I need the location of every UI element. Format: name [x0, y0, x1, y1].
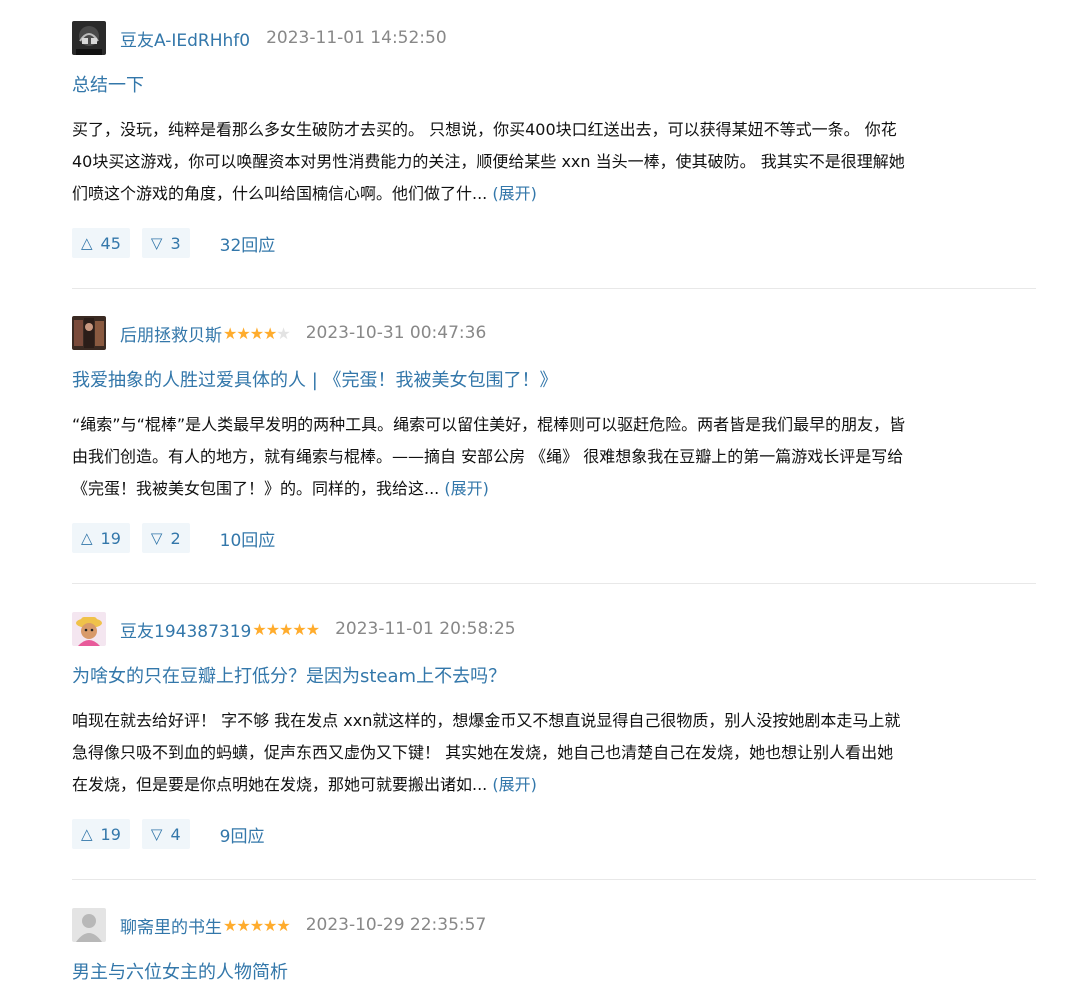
star-filled-icon: ★ [223, 323, 237, 343]
star-filled-icon: ★ [265, 619, 280, 639]
upvote-button[interactable]: △ 45 [72, 228, 130, 258]
review-title-link[interactable]: 我爱抽象的人胜过爱具体的人 | 《完蛋！我被美女包围了！》 [72, 366, 558, 392]
review-text-line: 40块买这游戏，你可以唤醒资本对男性消费能力的关注，顺便给某些 xxn 当头一棒… [72, 152, 905, 171]
rating-stars: ★ ★ ★ ★ ★ [223, 323, 291, 343]
review-author-link[interactable]: 豆友A-IEdRHhf0 [120, 26, 250, 51]
star-filled-icon: ★ [263, 915, 277, 935]
review-divider [72, 583, 1036, 584]
upvote-icon: △ [81, 234, 93, 252]
review-text-line: 买了，没玩，纯粹是看那么多女生破防才去买的。 只想说，你买400块口红送出去，可… [72, 120, 897, 139]
star-filled-icon: ★ [292, 619, 306, 639]
review-divider [72, 288, 1036, 289]
review-header: 聊斋里的书生 ★ ★ ★ ★ ★ 2023-10-29 22:35:57 [72, 907, 486, 943]
star-empty-icon: ★ [276, 323, 290, 343]
review-actions: △ 19 ▽ 4 9回应 [72, 819, 264, 849]
review-header: 豆友A-IEdRHhf0 2023-11-01 14:52:50 [72, 20, 447, 56]
star-filled-icon: ★ [249, 915, 264, 935]
review-author-link[interactable]: 聊斋里的书生 [120, 913, 222, 938]
star-filled-icon: ★ [276, 915, 290, 935]
avatar[interactable] [72, 612, 106, 646]
review-text-end: 在发烧，但是要是你点明她在发烧，那她可就要搬出诸如... [72, 775, 493, 794]
upvote-count: 19 [100, 528, 121, 548]
downvote-icon: ▽ [150, 825, 163, 843]
expand-link[interactable]: (展开) [444, 479, 489, 498]
replies-link[interactable]: 10回应 [220, 526, 276, 551]
downvote-count: 2 [170, 528, 181, 548]
downvote-icon: ▽ [150, 234, 163, 252]
review-body: 咱现在就去给好评！ 字不够 我在发点 xxn就这样的，想爆金币又不想直说显得自己… [72, 705, 1036, 801]
review-text-end: 们喷这个游戏的角度，什么叫给国楠信心啊。他们做了什... [72, 184, 493, 203]
review-text-line: 《完蛋！我被美女包围了！》的。同样的，我给这... (展开) [72, 473, 1036, 505]
replies-link[interactable]: 9回应 [220, 822, 265, 847]
review-header: 后朋拯救贝斯 ★ ★ ★ ★ ★ 2023-10-31 00:47:36 [72, 315, 486, 351]
downvote-count: 3 [170, 233, 181, 253]
review-title-link[interactable]: 男主与六位女主的人物简析 [72, 958, 288, 984]
review-text-line: 在发烧，但是要是你点明她在发烧，那她可就要搬出诸如... (展开) [72, 769, 1036, 801]
rating-stars: ★ ★ ★ ★ ★ [252, 619, 320, 639]
review-text-line: 急得像只吸不到血的蚂蟥，促声东西又虚伪又下键！ 其实她在发烧，她自己也清楚自己在… [72, 743, 894, 762]
upvote-icon: △ [81, 825, 93, 843]
review-author-link[interactable]: 后朋拯救贝斯 [120, 321, 222, 346]
star-filled-icon: ★ [223, 915, 237, 935]
review-title-link[interactable]: 总结一下 [72, 71, 144, 97]
downvote-button[interactable]: ▽ 4 [141, 819, 190, 849]
star-filled-icon: ★ [236, 323, 250, 343]
review-body: 买了，没玩，纯粹是看那么多女生破防才去买的。 只想说，你买400块口红送出去，可… [72, 114, 1036, 210]
star-filled-icon: ★ [249, 323, 264, 343]
review-timestamp: 2023-10-29 22:35:57 [305, 915, 487, 935]
avatar[interactable] [72, 316, 106, 350]
downvote-count: 4 [170, 824, 181, 844]
review-text-line: “绳索”与“棍棒”是人类最早发明的两种工具。绳索可以留住美好，棍棒则可以驱赶危险… [72, 415, 906, 434]
upvote-button[interactable]: △ 19 [72, 523, 130, 553]
upvote-count: 45 [100, 233, 121, 253]
review-author-link[interactable]: 豆友194387319 [120, 617, 251, 642]
review-timestamp: 2023-11-01 14:52:50 [266, 28, 447, 48]
expand-link[interactable]: (展开) [492, 184, 537, 203]
upvote-count: 19 [100, 824, 121, 844]
star-filled-icon: ★ [279, 619, 293, 639]
downvote-button[interactable]: ▽ 2 [141, 523, 190, 553]
avatar[interactable] [72, 908, 106, 942]
review-text-line: 由我们创造。有人的地方，就有绳索与棍棒。——摘自 安部公房 《绳》 很难想象我在… [72, 447, 904, 466]
review-text-end: 《完蛋！我被美女包围了！》的。同样的，我给这... [72, 479, 445, 498]
upvote-icon: △ [81, 529, 93, 547]
review-body: “绳索”与“棍棒”是人类最早发明的两种工具。绳索可以留住美好，棍棒则可以驱赶危险… [72, 409, 1036, 505]
upvote-button[interactable]: △ 19 [72, 819, 130, 849]
review-text-line: 们喷这个游戏的角度，什么叫给国楠信心啊。他们做了什... (展开) [72, 178, 1036, 210]
star-filled-icon: ★ [252, 619, 266, 639]
downvote-button[interactable]: ▽ 3 [141, 228, 190, 258]
avatar[interactable] [72, 21, 106, 55]
review-text-line: 咱现在就去给好评！ 字不够 我在发点 xxn就这样的，想爆金币又不想直说显得自己… [72, 711, 901, 730]
expand-link[interactable]: (展开) [492, 775, 537, 794]
review-title-link[interactable]: 为啥女的只在豆瓣上打低分？是因为steam上不去吗？ [72, 662, 506, 688]
review-timestamp: 2023-11-01 20:58:25 [335, 619, 516, 639]
review-header: 豆友194387319 ★ ★ ★ ★ ★ 2023-11-01 20:58:25 [72, 611, 516, 647]
replies-link[interactable]: 32回应 [220, 231, 276, 256]
review-divider [72, 879, 1036, 880]
rating-stars: ★ ★ ★ ★ ★ [223, 915, 291, 935]
review-actions: △ 19 ▽ 2 10回应 [72, 523, 275, 553]
review-actions: △ 45 ▽ 3 32回应 [72, 228, 275, 258]
star-filled-icon: ★ [305, 619, 320, 639]
downvote-icon: ▽ [150, 529, 163, 547]
review-timestamp: 2023-10-31 00:47:36 [305, 323, 487, 343]
star-filled-icon: ★ [263, 323, 277, 343]
star-filled-icon: ★ [236, 915, 250, 935]
